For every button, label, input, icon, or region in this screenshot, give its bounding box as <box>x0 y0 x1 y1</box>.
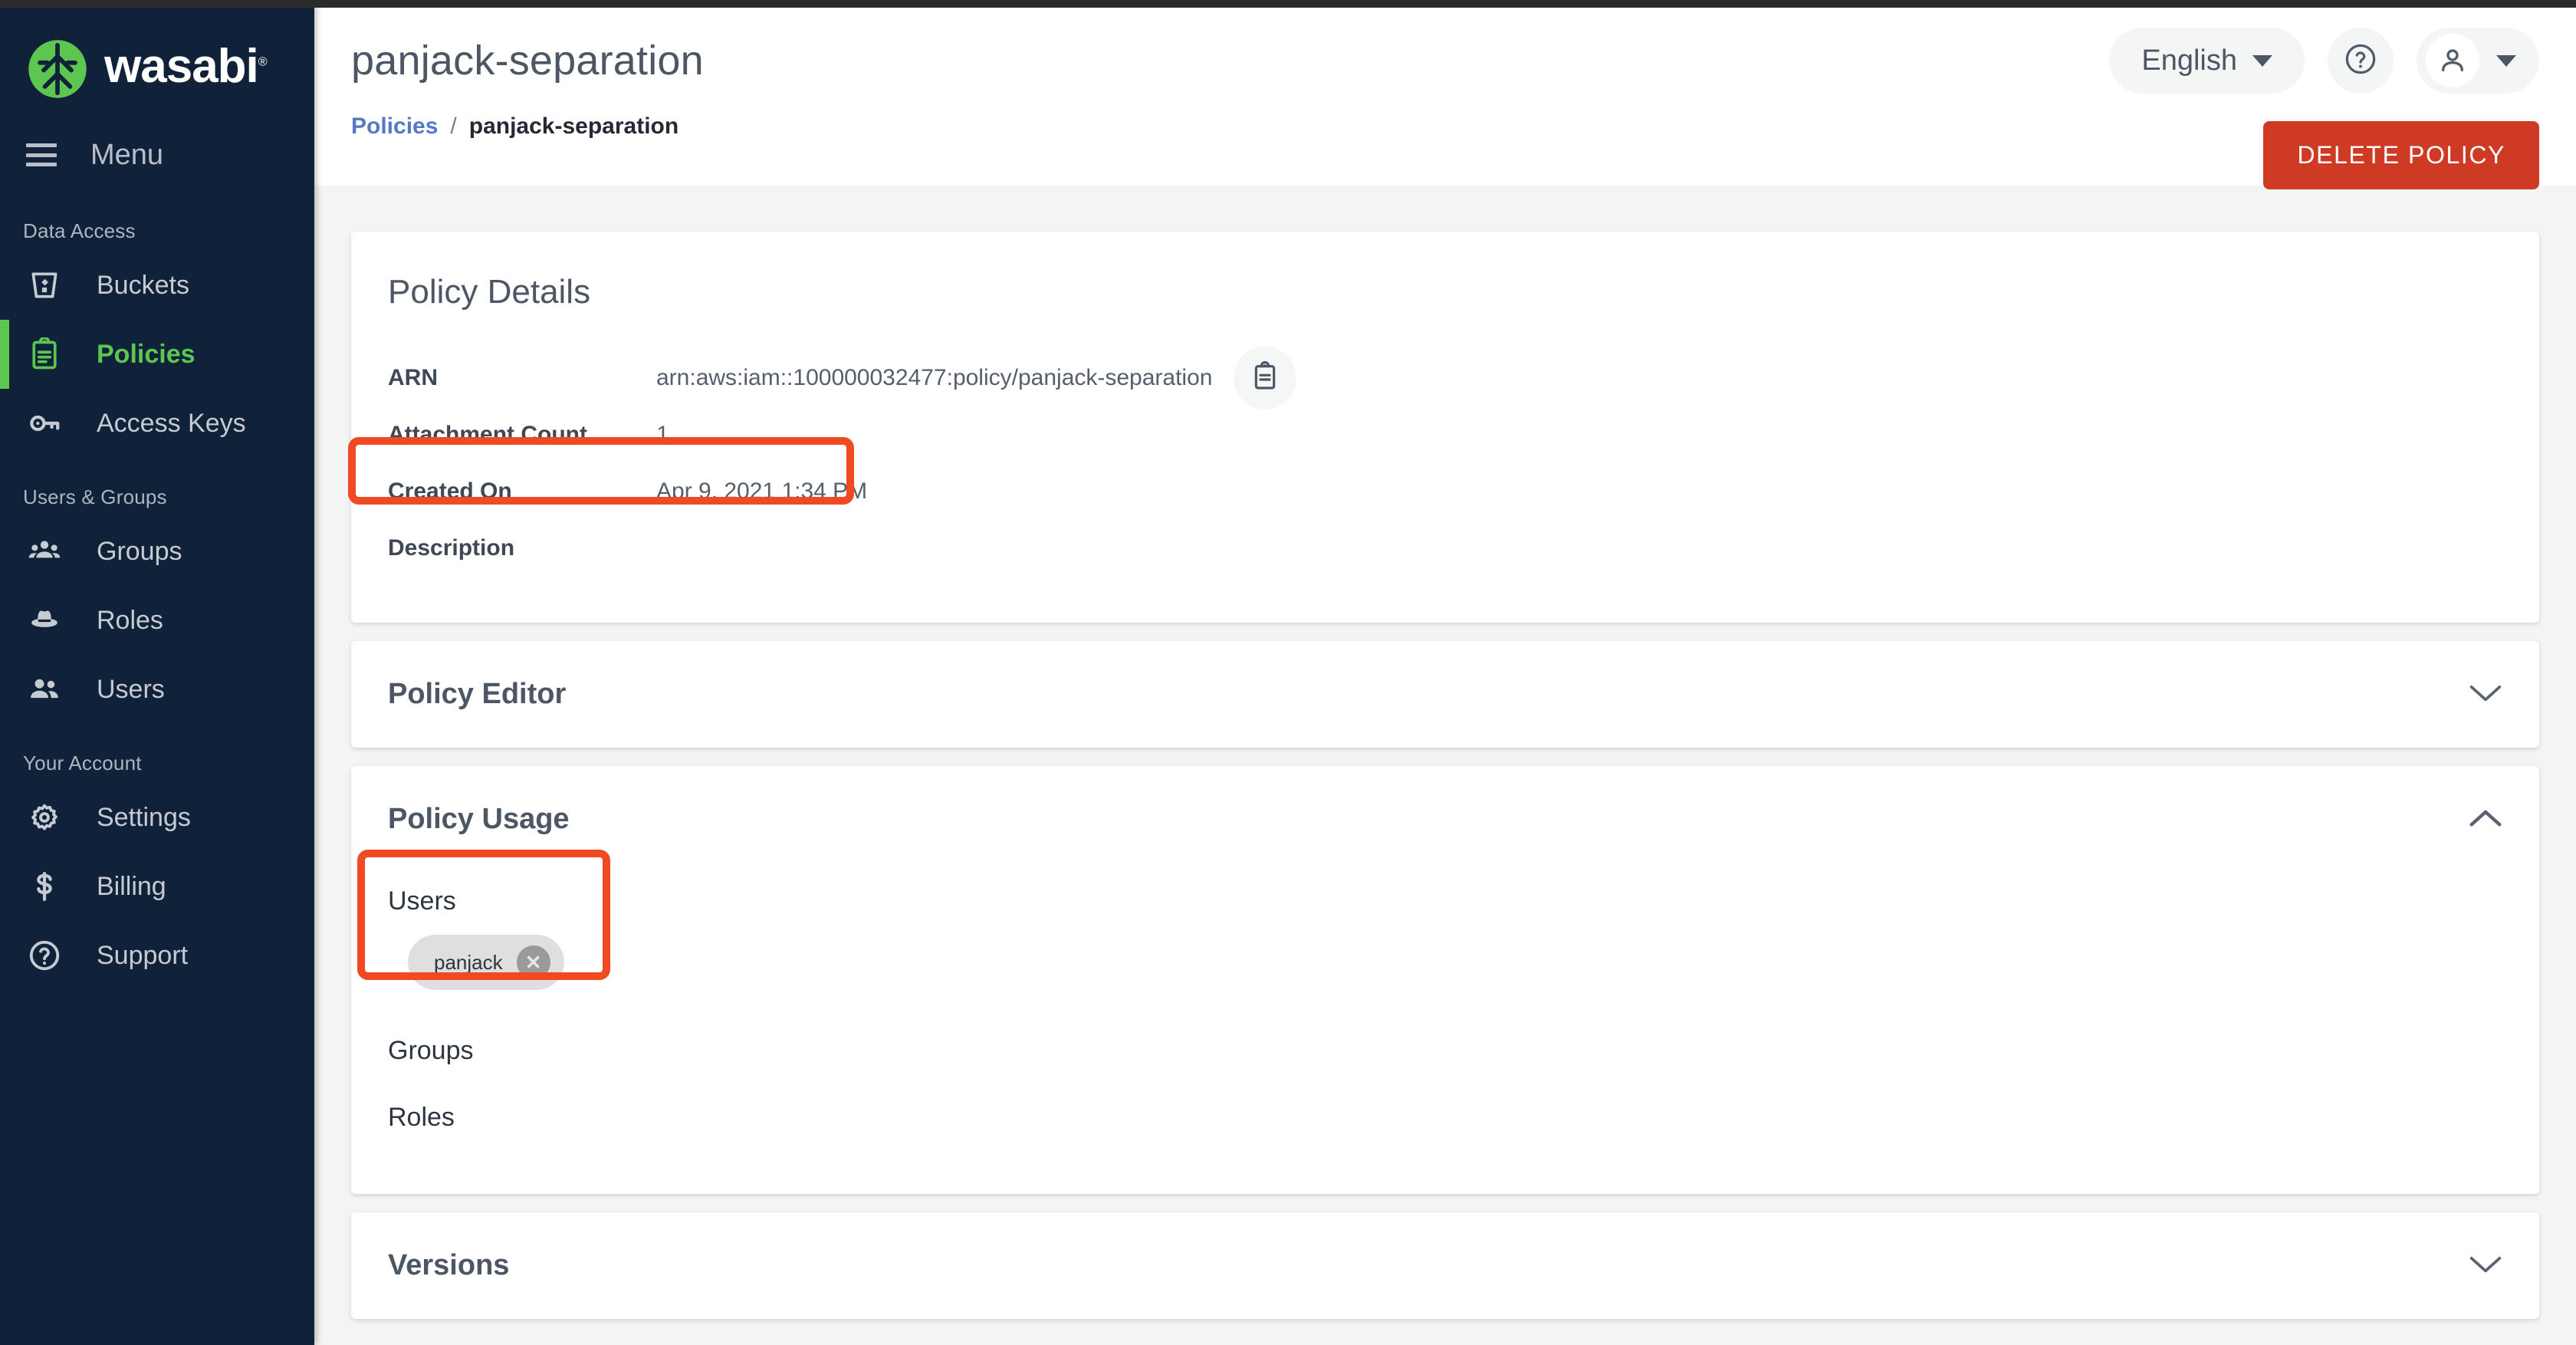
sidebar-item-groups[interactable]: Groups <box>0 517 314 586</box>
content-area: Policy Details ARN arn:aws:iam::10000003… <box>314 186 2576 1319</box>
user-chip-label: panjack <box>434 950 503 974</box>
groups-label: Groups <box>388 1036 474 1065</box>
group-icon <box>26 533 63 570</box>
sidebar-item-billing[interactable]: Billing <box>0 852 314 921</box>
chevron-down-icon[interactable] <box>2469 1255 2502 1277</box>
sidebar-item-support[interactable]: Support <box>0 921 314 990</box>
sidebar-section-your-account: Your Account <box>23 751 142 774</box>
top-bar-controls: English <box>2109 28 2539 94</box>
sidebar: wasabi® Menu Data Access Buckets Policie… <box>0 0 314 1345</box>
gear-icon <box>26 799 63 836</box>
detail-label: Created On <box>388 478 512 504</box>
sidebar-item-access-keys[interactable]: Access Keys <box>0 389 314 458</box>
detail-value-created-on: Apr 9, 2021 1:34 PM <box>656 478 868 504</box>
user-chip-list: panjack ✕ <box>388 930 2502 1010</box>
sidebar-item-label: Billing <box>97 871 166 901</box>
policy-usage-card: Policy Usage Users panjack ✕ Groups Role… <box>351 766 2539 1194</box>
user-chip[interactable]: panjack ✕ <box>408 935 564 990</box>
bucket-icon <box>26 267 63 304</box>
users-icon <box>26 671 63 708</box>
menu-toggle[interactable]: Menu <box>0 118 314 192</box>
hat-icon <box>26 602 63 639</box>
help-circle-icon <box>26 937 63 974</box>
usage-group-users: Users panjack ✕ <box>388 873 2502 1010</box>
delete-policy-button[interactable]: DELETE POLICY <box>2263 121 2539 189</box>
detail-label: Attachment Count <box>388 422 587 447</box>
detail-label: Description <box>388 535 515 561</box>
chevron-down-icon <box>2496 54 2516 67</box>
language-selector[interactable]: English <box>2109 28 2305 94</box>
policy-usage-body: Users panjack ✕ Groups Roles <box>351 873 2539 1194</box>
policy-details-title: Policy Details <box>388 273 591 311</box>
sidebar-item-settings[interactable]: Settings <box>0 783 314 852</box>
brand-wordmark: wasabi® <box>104 39 268 93</box>
versions-accordion-header[interactable]: Versions <box>351 1212 2539 1319</box>
copy-arn-button[interactable] <box>1234 347 1297 409</box>
chevron-down-icon <box>2252 54 2272 67</box>
policy-details-card: Policy Details ARN arn:aws:iam::10000003… <box>351 232 2539 623</box>
clipboard-icon <box>26 336 63 373</box>
page-title: panjack-separation <box>351 38 704 84</box>
sidebar-item-roles[interactable]: Roles <box>0 586 314 655</box>
dollar-icon <box>26 868 63 905</box>
policy-editor-accordion-header[interactable]: Policy Editor <box>351 641 2539 748</box>
sidebar-item-label: Policies <box>97 339 196 369</box>
sidebar-item-users[interactable]: Users <box>0 655 314 724</box>
policy-editor-card: Policy Editor <box>351 641 2539 748</box>
detail-row-description: Description <box>388 520 2502 577</box>
breadcrumb-current: panjack-separation <box>468 113 679 139</box>
app-root: wasabi® Menu Data Access Buckets Policie… <box>0 0 2576 1345</box>
sidebar-item-label: Users <box>97 674 165 704</box>
policy-usage-accordion-header[interactable]: Policy Usage <box>351 766 2539 873</box>
key-icon <box>26 405 63 442</box>
sidebar-item-label: Settings <box>97 802 191 832</box>
sidebar-section-data-access: Data Access <box>23 219 136 242</box>
versions-card: Versions <box>351 1212 2539 1319</box>
detail-value-arn: arn:aws:iam::100000032477:policy/panjack… <box>656 365 1213 390</box>
help-button[interactable] <box>2328 28 2394 94</box>
browser-chrome-edge <box>0 0 2576 8</box>
detail-row-attachment-count: Attachment Count 1 <box>388 406 2502 463</box>
detail-value-attachment-count: 1 <box>656 422 669 447</box>
policy-editor-title: Policy Editor <box>388 678 567 710</box>
question-circle-icon <box>2343 41 2378 81</box>
sidebar-item-buckets[interactable]: Buckets <box>0 251 314 320</box>
sidebar-item-label: Access Keys <box>97 408 246 438</box>
detail-row-arn: ARN arn:aws:iam::100000032477:policy/pan… <box>388 347 2502 409</box>
avatar <box>2426 34 2479 87</box>
close-circle-icon[interactable]: ✕ <box>516 945 550 979</box>
menu-label: Menu <box>90 138 164 171</box>
chevron-up-icon[interactable] <box>2469 809 2502 830</box>
main-area: panjack-separation Policies / panjack-se… <box>314 0 2576 1345</box>
sidebar-section-users-groups: Users & Groups <box>23 485 167 508</box>
versions-title: Versions <box>388 1249 510 1281</box>
detail-label: ARN <box>388 365 438 390</box>
sidebar-item-label: Groups <box>97 536 182 566</box>
policy-usage-title: Policy Usage <box>388 803 570 835</box>
breadcrumb-link-policies[interactable]: Policies <box>351 113 438 140</box>
roles-label: Roles <box>388 1103 455 1132</box>
users-label: Users <box>388 886 456 916</box>
account-menu[interactable] <box>2417 28 2539 94</box>
sidebar-item-label: Roles <box>97 605 163 635</box>
chevron-down-icon[interactable] <box>2469 684 2502 705</box>
sidebar-item-label: Buckets <box>97 270 189 300</box>
sidebar-item-policies[interactable]: Policies <box>0 320 314 389</box>
detail-row-created-on: Created On Apr 9, 2021 1:34 PM <box>388 463 2502 520</box>
top-bar: panjack-separation Policies / panjack-se… <box>314 8 2576 189</box>
wasabi-logo-icon <box>26 38 89 100</box>
language-label: English <box>2141 44 2237 77</box>
hamburger-icon[interactable] <box>26 143 57 166</box>
breadcrumb-separator: / <box>450 113 457 139</box>
breadcrumb: Policies / panjack-separation <box>351 113 678 140</box>
brand-logo[interactable]: wasabi® <box>0 8 314 100</box>
sidebar-item-label: Support <box>97 940 189 970</box>
clipboard-copy-icon <box>1250 360 1280 396</box>
